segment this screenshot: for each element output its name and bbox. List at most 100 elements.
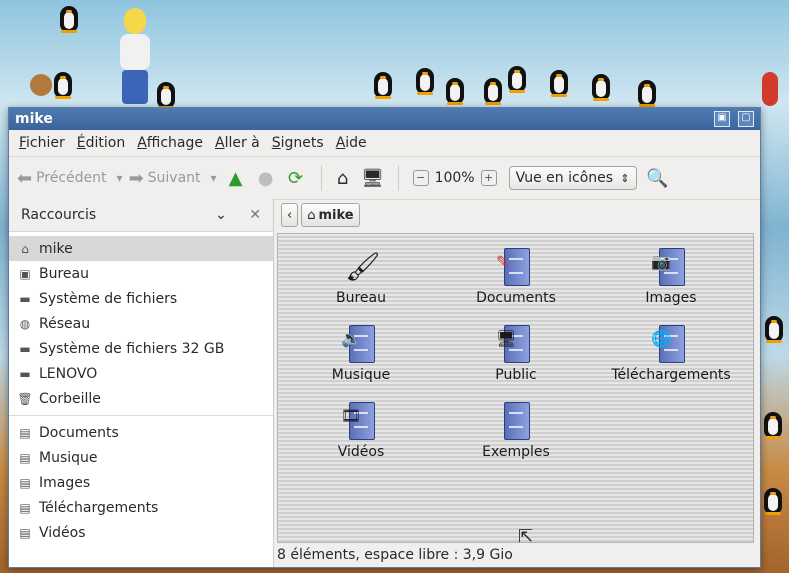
desktop-folder-icon: 🖌 [345, 250, 381, 283]
zoom-out-button[interactable]: − [412, 170, 429, 186]
turtle-icon [30, 74, 52, 96]
search-icon: 🔍 [646, 167, 669, 189]
toolbar: ⬅ Précédent ▾ ➡ Suivant ▾ ▲ ● ⟳ ⌂ 🖥 − 10… [9, 157, 760, 200]
menu-aide[interactable]: Aide [330, 135, 373, 151]
menu-signets[interactable]: Signets [266, 135, 330, 151]
sidebar-item-filesystem[interactable]: ▬ Système de fichiers [9, 286, 273, 311]
sidebar-item-network[interactable]: ◍ Réseau [9, 311, 273, 336]
file-item-bureau[interactable]: 🖌 Bureau [286, 246, 436, 306]
videos-folder-icon: 🎞 [341, 400, 381, 440]
path-item-mike[interactable]: ⌂ mike [301, 203, 360, 227]
computer-icon: 🖥 [361, 167, 384, 189]
sidebar-item-lenovo[interactable]: ▬ LENOVO [9, 361, 273, 386]
file-label: Vidéos [337, 444, 385, 460]
file-label: Bureau [336, 290, 386, 306]
forward-arrow-icon: ➡ [128, 167, 144, 189]
penguin-icon [155, 78, 177, 109]
music-folder-icon: 🔈 [341, 323, 381, 363]
penguin-icon [762, 408, 784, 439]
sidebar-item-label: Documents [39, 424, 119, 441]
restore-button[interactable]: ▣ [714, 111, 730, 127]
home-icon: ⌂ [21, 241, 29, 256]
menu-fichier[interactable]: Fichier [13, 135, 71, 151]
file-item-documents[interactable]: ✎ Documents [441, 246, 591, 306]
penguin-icon [372, 68, 394, 99]
stop-icon: ● [257, 167, 274, 189]
sidebar-item-label: Bureau [39, 265, 89, 282]
penguin-icon [482, 74, 504, 105]
sidebar-item-filesystem-32gb[interactable]: ▬ Système de fichiers 32 GB [9, 336, 273, 361]
drive-icon: ▬ [19, 291, 31, 306]
zoom-in-button[interactable]: + [480, 170, 497, 186]
penguin-icon [636, 76, 658, 107]
updown-arrows-icon: ⇕ [620, 171, 630, 185]
file-item-videos[interactable]: 🎞 Vidéos [286, 400, 436, 460]
penguin-icon [444, 74, 466, 105]
file-item-public[interactable]: 🖥 Public [441, 323, 591, 383]
homer-figure-icon [118, 8, 152, 106]
file-label: Documents [476, 290, 556, 306]
menu-edition[interactable]: Édition [71, 135, 131, 151]
penguin-icon [590, 70, 612, 101]
chevron-down-icon[interactable]: ⌄ [215, 207, 227, 223]
penguin-icon [548, 66, 570, 97]
sidebar-item-music[interactable]: ▤ Musique [9, 445, 273, 470]
stop-button[interactable]: ● [253, 165, 279, 191]
downloads-folder-icon: 🌐 [651, 323, 691, 363]
sidebar-item-label: Corbeille [39, 390, 101, 407]
sidebar-item-label: Système de fichiers [39, 290, 178, 307]
menu-bar: Fichier Édition Affichage Aller à Signet… [9, 130, 760, 157]
forward-button[interactable]: ➡ Suivant ▾ [129, 168, 217, 189]
public-folder-icon: 🖥 [496, 323, 536, 363]
menu-aller[interactable]: Aller à [209, 135, 266, 151]
file-item-images[interactable]: 📷 Images [596, 246, 746, 306]
file-item-examples[interactable]: Exemples [441, 400, 591, 460]
file-view[interactable]: 🖌 Bureau ✎ Documents 📷 Images 🔈 Musique … [277, 233, 754, 547]
title-bar[interactable]: mike ▣ ▢ [9, 108, 760, 130]
chevron-left-icon: ‹ [287, 207, 293, 223]
path-label: mike [318, 207, 354, 223]
network-icon: ◍ [19, 316, 31, 331]
penguin-icon [762, 484, 784, 515]
sidebar-item-label: Vidéos [39, 524, 86, 541]
penguin-icon [763, 312, 785, 343]
sidebar-title: Raccourcis [21, 207, 97, 223]
status-bar: 8 éléments, espace libre : 3,9 Gio [273, 543, 760, 567]
zoom-level: 100% [434, 170, 475, 186]
examples-folder-icon [496, 400, 536, 440]
path-back-button[interactable]: ‹ [281, 203, 299, 227]
maximize-button[interactable]: ▢ [738, 111, 754, 127]
folder-icon: ▤ [19, 425, 31, 440]
file-item-downloads[interactable]: 🌐 Téléchargements [596, 323, 746, 383]
home-button[interactable]: ⌂ [330, 165, 356, 191]
sidebar-item-mike[interactable]: ⌂ mike [9, 236, 273, 261]
folder-icon: ▤ [19, 450, 31, 465]
up-button[interactable]: ▲ [223, 165, 249, 191]
sidebar-item-bureau[interactable]: ▣ Bureau [9, 261, 273, 286]
sidebar-item-videos[interactable]: ▤ Vidéos [9, 520, 273, 545]
penguin-icon [52, 68, 74, 99]
red-object-icon [762, 72, 778, 106]
sidebar-item-label: Images [39, 474, 91, 491]
sidebar-item-documents[interactable]: ▤ Documents [9, 420, 273, 445]
sidebar-item-trash[interactable]: 🗑 Corbeille [9, 386, 273, 411]
view-mode-select[interactable]: Vue en icônes ⇕ [508, 166, 637, 190]
chevron-down-icon[interactable]: ▾ [117, 171, 123, 185]
sidebar-item-label: LENOVO [39, 365, 98, 382]
drive-icon: ▬ [19, 366, 31, 381]
search-button[interactable]: 🔍 [645, 165, 671, 191]
menu-affichage[interactable]: Affichage [131, 135, 209, 151]
sidebar-item-downloads[interactable]: ▤ Téléchargements [9, 495, 273, 520]
sidebar-item-label: Réseau [39, 315, 91, 332]
computer-button[interactable]: 🖥 [360, 165, 386, 191]
file-item-musique[interactable]: 🔈 Musique [286, 323, 436, 383]
toolbar-separator [397, 165, 399, 191]
reload-icon: ⟳ [288, 167, 304, 189]
drive-icon: ▬ [19, 341, 31, 356]
close-icon[interactable]: ✕ [249, 207, 261, 223]
sidebar-item-images[interactable]: ▤ Images [9, 470, 273, 495]
chevron-down-icon[interactable]: ▾ [211, 171, 217, 185]
reload-button[interactable]: ⟳ [283, 165, 309, 191]
file-label: Téléchargements [611, 367, 731, 383]
back-button[interactable]: ⬅ Précédent ▾ [17, 168, 123, 189]
